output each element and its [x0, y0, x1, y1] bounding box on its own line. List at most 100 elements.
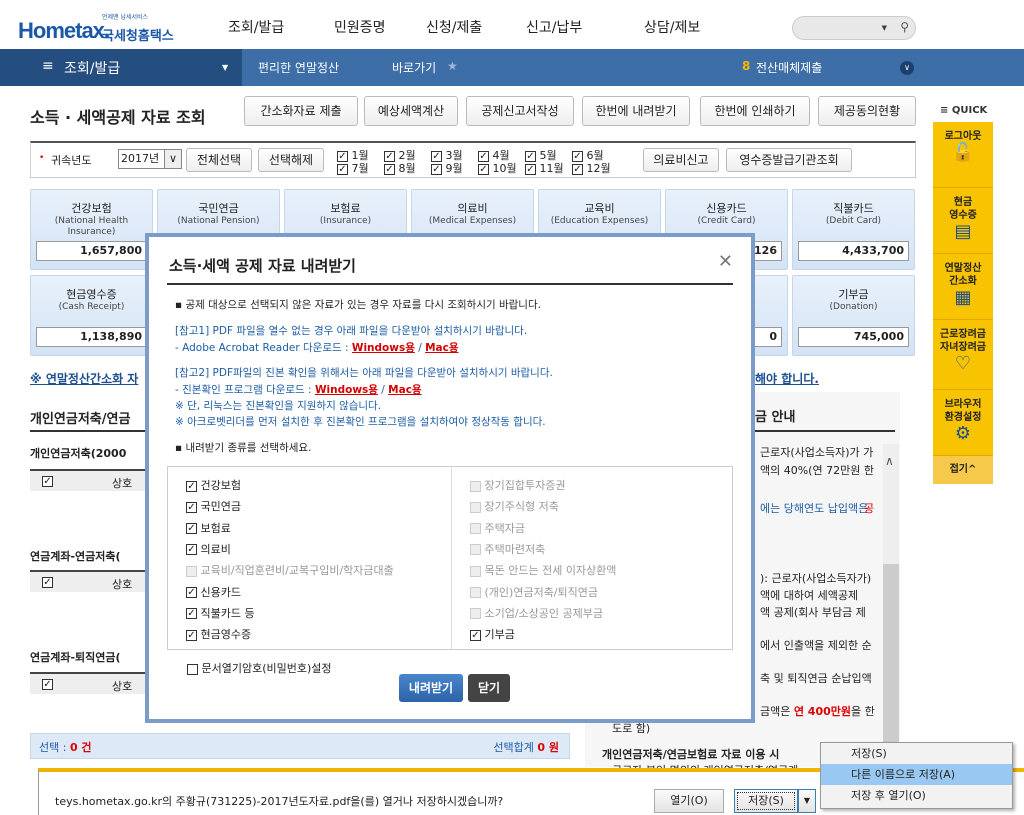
menu-current[interactable]: 조회/발급	[64, 58, 120, 78]
month-checkbox[interactable]: ✓ 10월	[478, 160, 517, 176]
quick-fold-button[interactable]: 접기^	[933, 456, 993, 484]
chevron-down-icon[interactable]: ▼	[222, 63, 228, 72]
deduction-form-button[interactable]: 공제신고서작성	[466, 96, 574, 126]
amount-field: 1,657,800	[36, 241, 147, 261]
quick-cash-receipt[interactable]: 현금 영수증 ▤	[933, 188, 993, 254]
acrobat-windows-link[interactable]: Windows용	[352, 342, 415, 354]
chevron-down-icon[interactable]: ∨	[164, 150, 181, 168]
deduction-card[interactable]: 현금영수증 (Cash Receipt) 1,138,890	[30, 275, 153, 356]
quick-menu: 로그아웃 🔓 현금 영수증 ▤ 연말정산 간소화 ▦ 근로장려금 자녀장려금 ♡ 브라우…	[933, 122, 993, 484]
dialog-title: 소득·세액 공제 자료 내려받기	[169, 257, 356, 275]
month-checkbox[interactable]: ✓ 7월	[337, 160, 369, 176]
verifier-mac-link[interactable]: Mac용	[388, 384, 421, 396]
print-all-button[interactable]: 한번에 인쇄하기	[700, 96, 810, 126]
download-option[interactable]: ✓ 현금영수증	[186, 626, 251, 642]
menu-icon[interactable]: ≡	[42, 58, 54, 74]
month-checkbox[interactable]: ✓ 8월	[384, 160, 416, 176]
hometax-logo[interactable]: 언제맨 납세서비스 Hometax. 국세청홈택스	[18, 8, 188, 44]
download-option[interactable]: ✓ 의료비	[186, 541, 231, 557]
nav-filing[interactable]: 신고/납부	[526, 17, 582, 37]
quick-logout[interactable]: 로그아웃 🔓	[933, 122, 993, 188]
option-checkbox[interactable]: ✓	[186, 544, 197, 556]
table-header: ✓ 상호	[30, 469, 150, 491]
password-option[interactable]: 문서열기암호(비밀번호)설정	[187, 660, 332, 676]
option-checkbox[interactable]: ✓	[186, 480, 197, 492]
download-option[interactable]: ✓ 신용카드	[186, 584, 241, 600]
amount-field: 4,433,700	[798, 241, 909, 261]
option-checkbox[interactable]: ✓	[186, 629, 197, 641]
quick-browser-settings[interactable]: 브라우저 환경설정 ⚙	[933, 390, 993, 456]
download-option[interactable]: ✓ 기부금	[470, 626, 515, 642]
option-checkbox[interactable]: ✓	[470, 629, 481, 641]
search-icon[interactable]: ⚲	[900, 20, 909, 34]
breadcrumb-shortcut[interactable]: 바로가기	[392, 59, 436, 76]
download-button[interactable]: 내려받기	[399, 674, 463, 702]
search-input[interactable]: ▼ ⚲	[792, 16, 916, 40]
media-submit-link[interactable]: 전산매체제출	[756, 59, 822, 76]
estimate-tax-button[interactable]: 예상세액계산	[364, 96, 458, 126]
option-checkbox	[470, 608, 481, 620]
sub-nav-bar: ≡ 조회/발급 ▼ 편리한 연말정산 바로가기 ★ 8 전산매체제출 ∨	[0, 49, 1024, 86]
submit-simplified-button[interactable]: 간소화자료 제출	[244, 96, 358, 126]
close-button[interactable]: 닫기	[468, 674, 510, 702]
breadcrumb-yearend[interactable]: 편리한 연말정산	[258, 59, 339, 76]
download-option: 장기집합투자증권	[470, 477, 565, 493]
medical-report-button[interactable]: 의료비신고	[643, 148, 719, 172]
option-checkbox	[470, 480, 481, 492]
option-checkbox[interactable]: ✓	[186, 587, 197, 598]
month-checkbox[interactable]: ✓ 9월	[431, 160, 463, 176]
deduction-card[interactable]: 직불카드 (Debit Card) 4,433,700	[792, 189, 915, 270]
close-icon[interactable]: ✕	[718, 251, 733, 272]
save-dropdown-arrow[interactable]: ▼	[798, 789, 816, 813]
select-all-button[interactable]: 전체선택	[186, 148, 252, 172]
scrollbar[interactable]: ∧	[883, 444, 899, 769]
consent-status-button[interactable]: 제공동의현황	[818, 96, 916, 126]
quick-yearend[interactable]: 연말정산 간소화 ▦	[933, 254, 993, 320]
select-all-checkbox[interactable]: ✓	[42, 577, 53, 588]
notice-link-left[interactable]: ※ 연말정산간소화 자	[30, 370, 138, 387]
page-title: 소득 · 세액공제 자료 조회	[30, 108, 206, 127]
select-all-checkbox[interactable]: ✓	[42, 476, 53, 487]
download-option[interactable]: ✓ 건강보험	[186, 477, 241, 493]
section-heading: 개인연금저축/연금	[30, 412, 131, 427]
option-checkbox[interactable]: ✓	[186, 608, 197, 620]
notice-link-right[interactable]: 해야 합니다.	[755, 370, 819, 387]
receipt-issuer-button[interactable]: 영수증발급기관조회	[726, 148, 852, 172]
download-option[interactable]: ✓ 보험료	[186, 520, 231, 536]
open-button[interactable]: 열기(O)	[654, 789, 724, 813]
option-checkbox	[470, 587, 481, 598]
month-checkbox[interactable]: ✓ 11월	[525, 160, 564, 176]
star-icon[interactable]: ★	[447, 59, 458, 73]
download-option[interactable]: ✓ 국민연금	[186, 498, 241, 514]
gear-icon: ⚙	[954, 423, 972, 444]
quick-incentive[interactable]: 근로장려금 자녀장려금 ♡	[933, 320, 993, 390]
deduction-card[interactable]: 건강보험 (National Health Insurance) 1,657,800	[30, 189, 153, 270]
save-button[interactable]: 저장(S)	[734, 789, 798, 813]
dropdown-icon[interactable]: ▼	[882, 24, 887, 32]
select-all-checkbox[interactable]: ✓	[42, 679, 53, 690]
nav-consult[interactable]: 상담/제보	[644, 17, 700, 37]
menu-item-save-and-open[interactable]: 저장 후 열기(O)	[821, 785, 1012, 806]
acrobat-mac-link[interactable]: Mac용	[425, 342, 458, 354]
verifier-windows-link[interactable]: Windows용	[315, 384, 378, 396]
unlock-icon: 🔓	[951, 142, 975, 163]
menu-item-save-as[interactable]: 다른 이름으로 저장(A)	[821, 764, 1012, 785]
nav-certificates[interactable]: 민원증명	[334, 17, 386, 37]
download-all-button[interactable]: 한번에 내려받기	[582, 96, 690, 126]
year-select[interactable]: 2017년 ∨	[118, 149, 182, 169]
download-option[interactable]: ✓ 직불카드 등	[186, 605, 255, 621]
nav-inquiry[interactable]: 조회/발급	[228, 17, 284, 37]
menu-item-save[interactable]: 저장(S)	[821, 743, 1012, 764]
receipt-icon: ▤	[954, 221, 972, 242]
chevron-up-icon[interactable]: ∧	[885, 454, 894, 468]
password-checkbox[interactable]	[187, 663, 198, 675]
option-checkbox[interactable]: ✓	[186, 501, 197, 513]
month-checkbox[interactable]: ✓ 12월	[572, 160, 611, 176]
option-checkbox	[470, 523, 481, 535]
nav-application[interactable]: 신청/제출	[426, 17, 482, 37]
option-checkbox[interactable]: ✓	[186, 523, 197, 535]
deselect-button[interactable]: 선택해제	[258, 148, 324, 172]
deduction-card[interactable]: 기부금 (Donation) 745,000	[792, 275, 915, 356]
option-checkbox	[470, 544, 481, 556]
expand-icon[interactable]: ∨	[900, 61, 914, 75]
